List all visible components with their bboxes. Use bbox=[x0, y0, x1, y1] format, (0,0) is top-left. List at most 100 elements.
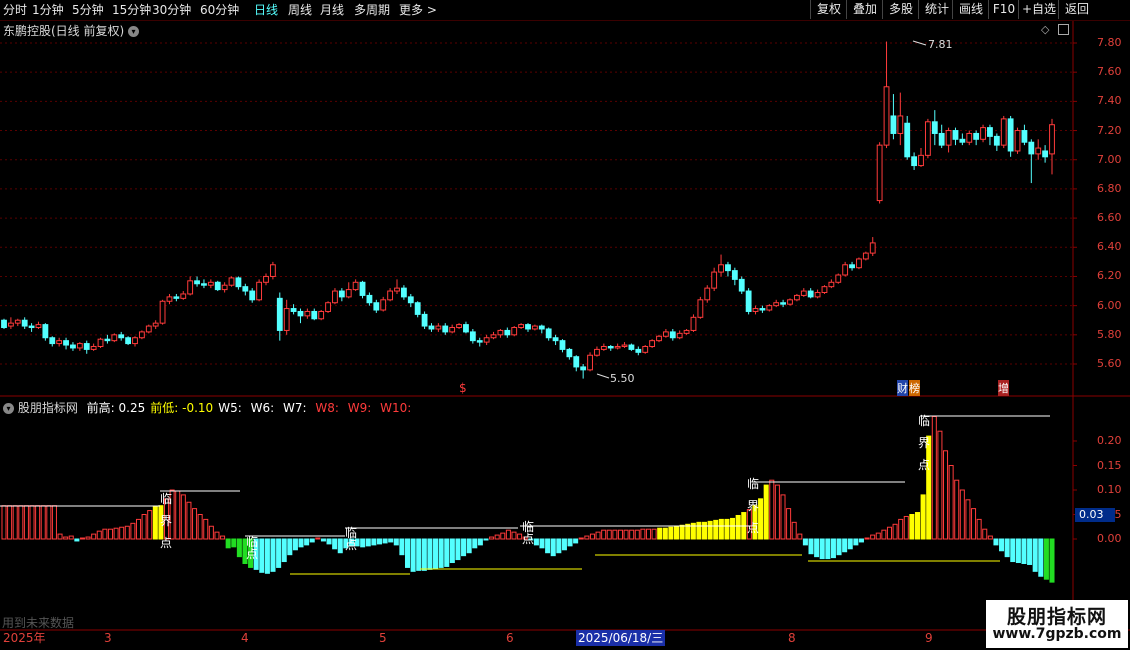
indicator-bar bbox=[926, 435, 932, 540]
watermark: 股朋指标网 www.7gpzb.com bbox=[986, 600, 1128, 648]
indicator-bar bbox=[438, 538, 444, 568]
price-tick-label: 5.80 bbox=[1097, 327, 1122, 341]
indicator-bar bbox=[494, 534, 500, 540]
candle bbox=[662, 328, 669, 338]
chevron-down-icon[interactable]: ▾ bbox=[3, 403, 14, 414]
indicator-bar bbox=[483, 538, 489, 541]
indicator-bar bbox=[780, 494, 786, 540]
candle bbox=[7, 317, 14, 329]
candle bbox=[483, 334, 490, 346]
event-marker[interactable]: 财 bbox=[897, 380, 908, 396]
indicator-bar bbox=[959, 489, 965, 540]
indicator-bar bbox=[948, 465, 954, 540]
candle bbox=[725, 261, 731, 277]
indicator-item: W8: bbox=[315, 401, 342, 415]
watermark-title: 股朋指标网 bbox=[1006, 606, 1107, 628]
indicator-bar bbox=[662, 527, 668, 540]
indicator-bar bbox=[231, 538, 237, 548]
indicator-bar bbox=[853, 538, 859, 546]
indicator-bar bbox=[1004, 538, 1010, 558]
indicator-bar bbox=[40, 505, 46, 540]
indicator-item-label: 前低: bbox=[150, 401, 179, 415]
candle bbox=[21, 317, 28, 329]
indicator-item-value: 0.25 bbox=[118, 401, 146, 415]
candle bbox=[856, 257, 862, 270]
indicator-bar bbox=[651, 528, 657, 540]
indicator-bar bbox=[107, 528, 113, 540]
date-label: 8 bbox=[788, 631, 796, 645]
event-marker[interactable]: $ bbox=[459, 381, 467, 395]
price-tick-label: 7.80 bbox=[1097, 36, 1122, 49]
candle bbox=[531, 324, 538, 331]
indicator-bar bbox=[595, 531, 601, 540]
event-marker[interactable]: 增 bbox=[998, 380, 1009, 396]
indicator-bar bbox=[1032, 538, 1038, 572]
indicator-bar bbox=[12, 505, 18, 540]
indicator-bar bbox=[589, 533, 595, 540]
indicator-bar bbox=[999, 538, 1005, 552]
indicator-bar bbox=[864, 537, 870, 540]
indicator-tick-label: 0.15 bbox=[1097, 458, 1122, 472]
indicator-bar bbox=[702, 521, 708, 540]
indicator-bar bbox=[556, 538, 562, 554]
indicator-bar bbox=[763, 484, 769, 540]
candle bbox=[573, 355, 580, 372]
indicator-bar bbox=[287, 538, 293, 556]
candle bbox=[132, 336, 138, 347]
critical-point-char: 界 bbox=[160, 514, 173, 528]
critical-point-char: 点 bbox=[522, 532, 535, 546]
indicator-bar bbox=[573, 538, 579, 544]
candle bbox=[628, 343, 635, 351]
candle bbox=[145, 324, 152, 334]
price-tick-label: 6.20 bbox=[1097, 269, 1122, 283]
low-price-label: 5.50 bbox=[610, 372, 635, 385]
candle bbox=[607, 345, 614, 351]
candle bbox=[890, 94, 897, 140]
critical-point-char: 点 bbox=[345, 538, 358, 552]
indicator-bar bbox=[130, 522, 136, 540]
candle bbox=[263, 273, 269, 286]
indicator-bar bbox=[365, 538, 371, 547]
candle bbox=[559, 339, 566, 353]
candle bbox=[883, 41, 890, 149]
candle bbox=[731, 267, 738, 286]
indicator-bar bbox=[427, 538, 433, 570]
indicator-bar bbox=[416, 538, 422, 571]
candle bbox=[187, 276, 194, 296]
price-tick-label: 7.20 bbox=[1097, 123, 1122, 137]
indicator-bar bbox=[640, 528, 646, 540]
date-label: 4 bbox=[241, 631, 249, 645]
event-marker[interactable]: 榜 bbox=[909, 380, 920, 396]
candle bbox=[1049, 118, 1055, 175]
candle bbox=[125, 336, 132, 346]
candle bbox=[380, 296, 387, 312]
indicator-bar bbox=[197, 514, 203, 540]
indicator-bar bbox=[545, 538, 551, 554]
indicator-bar bbox=[657, 527, 663, 540]
indicator-item: W5: bbox=[218, 401, 245, 415]
indicator-bar bbox=[332, 538, 338, 550]
indicator-bar bbox=[774, 484, 780, 540]
candle bbox=[683, 328, 690, 335]
indicator-bar bbox=[421, 538, 427, 571]
candle bbox=[711, 267, 718, 292]
indicator-bar bbox=[881, 529, 887, 540]
indicator-bar bbox=[909, 514, 915, 540]
candle bbox=[180, 291, 187, 300]
indicator-bar bbox=[35, 505, 41, 540]
critical-point-char: 点 bbox=[246, 547, 259, 561]
candle bbox=[704, 285, 711, 303]
indicator-bar bbox=[472, 538, 478, 549]
indicator-bar bbox=[668, 526, 674, 540]
price-tick-label: 6.80 bbox=[1097, 181, 1122, 195]
candle bbox=[256, 279, 263, 302]
candle bbox=[366, 292, 373, 306]
candle bbox=[28, 323, 35, 332]
indicator-bar bbox=[175, 490, 181, 540]
indicator-bar bbox=[685, 523, 691, 540]
kline-chart[interactable] bbox=[0, 0, 1130, 650]
indicator-bar bbox=[23, 505, 29, 540]
candle bbox=[580, 364, 587, 379]
candle bbox=[656, 334, 662, 343]
indicator-bar bbox=[858, 538, 864, 543]
